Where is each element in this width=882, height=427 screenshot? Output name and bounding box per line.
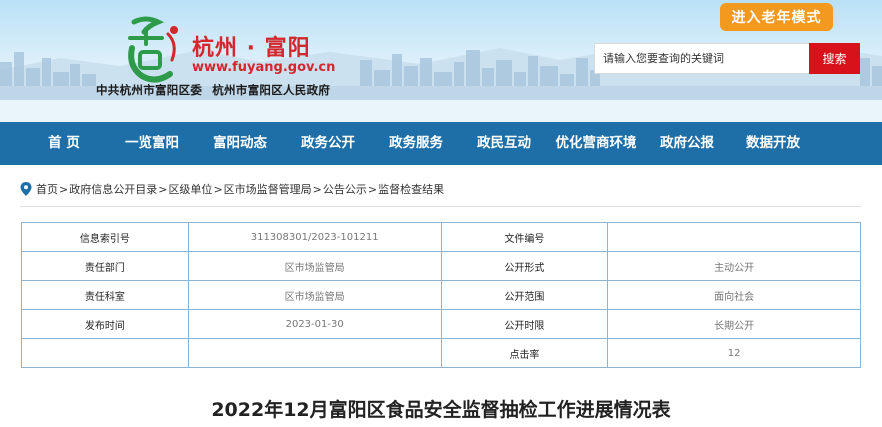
breadcrumb-disclosure-directory[interactable]: 政府信息公开目录	[69, 181, 157, 197]
search-input[interactable]	[594, 43, 809, 74]
info-label: 公开形式	[440, 251, 609, 281]
table-row: 发布时间 2023-01-30 公开时限 长期公开	[21, 309, 861, 339]
site-name: 杭州 · 富阳	[192, 36, 311, 61]
divider	[20, 206, 862, 207]
breadcrumb-separator: >	[59, 182, 69, 196]
main-nav: 首 页 一览富阳 富阳动态 政务公开 政务服务 政民互动 优化营商环境 政府公报…	[0, 122, 882, 165]
info-label: 公开范围	[440, 280, 609, 310]
fuyang-logo-icon	[128, 16, 178, 83]
breadcrumb-district-units[interactable]: 区级单位	[168, 181, 212, 197]
info-label	[21, 338, 189, 368]
search-box: 搜索	[594, 43, 860, 74]
info-value: 12	[607, 338, 861, 368]
info-value: 区市场监管局	[187, 251, 442, 281]
nav-item-home[interactable]: 首 页	[20, 122, 108, 165]
breadcrumb-separator: >	[213, 182, 223, 196]
site-url: www.fuyang.gov.cn	[192, 60, 336, 75]
table-row: 责任部门 区市场监管局 公开形式 主动公开	[21, 251, 861, 281]
breadcrumb-separator: >	[312, 182, 322, 196]
nav-item-open-data[interactable]: 数据开放	[730, 122, 816, 165]
elder-mode-button[interactable]: 进入老年模式	[720, 3, 833, 31]
document-info-table: 信息索引号 311308301/2023-101211 文件编号 责任部门 区市…	[21, 222, 861, 368]
info-label: 文件编号	[440, 222, 609, 252]
nav-item-news[interactable]: 富阳动态	[196, 122, 284, 165]
breadcrumb: 首页 > 政府信息公开目录 > 区级单位 > 区市场监督管理局 > 公告公示 >…	[20, 180, 444, 198]
info-label: 信息索引号	[21, 222, 189, 252]
site-header: 杭州 · 富阳 www.fuyang.gov.cn 中共杭州市富阳区委 杭州市富阳…	[0, 0, 882, 122]
info-value: 2023-01-30	[187, 309, 442, 339]
info-label: 发布时间	[21, 309, 189, 339]
breadcrumb-inspection-results[interactable]: 监督检查结果	[378, 181, 444, 197]
info-value: 面向社会	[607, 280, 861, 310]
nav-item-interaction[interactable]: 政民互动	[460, 122, 548, 165]
breadcrumb-market-supervision-bureau[interactable]: 区市场监督管理局	[224, 181, 312, 197]
nav-item-gov-affairs-public[interactable]: 政务公开	[284, 122, 372, 165]
location-pin-icon	[20, 182, 32, 196]
info-value	[607, 222, 861, 252]
document-title: 2022年12月富阳区食品安全监督抽检工作进展情况表	[211, 399, 671, 421]
info-label: 责任部门	[21, 251, 189, 281]
breadcrumb-home[interactable]: 首页	[36, 181, 58, 197]
organization-names: 中共杭州市富阳区委 杭州市富阳区人民政府	[96, 82, 330, 98]
breadcrumb-announcements[interactable]: 公告公示	[323, 181, 367, 197]
info-value: 区市场监管局	[187, 280, 442, 310]
nav-item-gazette[interactable]: 政府公报	[644, 122, 730, 165]
nav-item-business-environment[interactable]: 优化营商环境	[548, 122, 644, 165]
nav-item-overview[interactable]: 一览富阳	[108, 122, 196, 165]
info-value	[187, 338, 442, 368]
org-district-government: 杭州市富阳区人民政府	[212, 83, 331, 97]
table-row: 责任科室 区市场监管局 公开范围 面向社会	[21, 280, 861, 310]
info-label: 点击率	[440, 338, 609, 368]
info-label: 责任科室	[21, 280, 189, 310]
search-button[interactable]: 搜索	[809, 43, 860, 74]
org-party-committee: 中共杭州市富阳区委	[96, 83, 203, 97]
nav-item-gov-services[interactable]: 政务服务	[372, 122, 460, 165]
info-value: 主动公开	[607, 251, 861, 281]
breadcrumb-separator: >	[367, 182, 378, 196]
table-row: 信息索引号 311308301/2023-101211 文件编号	[21, 222, 861, 252]
breadcrumb-separator: >	[158, 182, 168, 196]
info-label: 公开时限	[440, 309, 609, 339]
info-value: 311308301/2023-101211	[187, 222, 442, 252]
info-value: 长期公开	[607, 309, 861, 339]
table-row: 点击率 12	[21, 338, 861, 368]
